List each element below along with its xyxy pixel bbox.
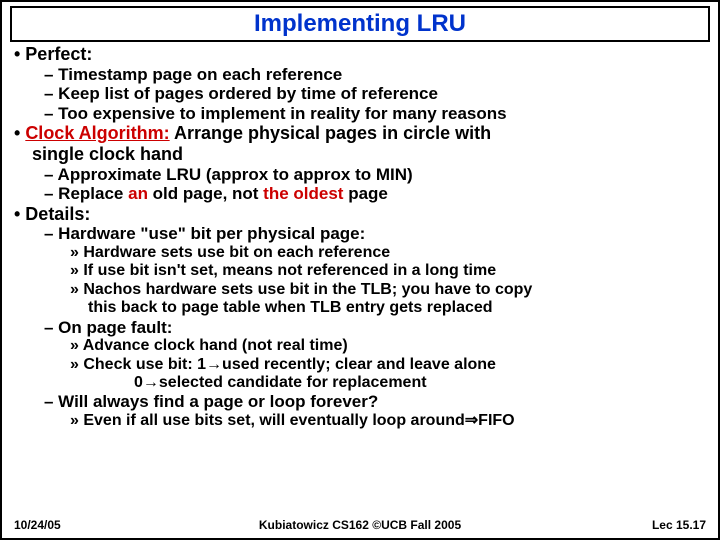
clock-rest2: single clock hand bbox=[32, 144, 706, 165]
bullet-d1a: » Hardware sets use bit on each referenc… bbox=[70, 244, 706, 262]
bullet-d3: – Will always find a page or loop foreve… bbox=[44, 392, 706, 412]
bullet-d2: – On page fault: bbox=[44, 318, 706, 338]
c2e: page bbox=[343, 184, 387, 203]
c2a: – Replace bbox=[44, 184, 128, 203]
bullet-d1c2: this back to page table when TLB entry g… bbox=[88, 299, 706, 317]
footer-page: Lec 15.17 bbox=[652, 518, 706, 532]
c2c: old page, not bbox=[148, 184, 263, 203]
bullet-d2a: » Advance clock hand (not real time) bbox=[70, 337, 706, 355]
c2d: the oldest bbox=[263, 184, 343, 203]
clock-label: Clock Algorithm: bbox=[25, 123, 169, 143]
slide-title: Implementing LRU bbox=[254, 10, 466, 37]
clock-rest1: Arrange physical pages in circle with bbox=[170, 123, 491, 143]
bullet-d2b2: 0→selected candidate for replacement bbox=[134, 374, 706, 392]
bullet-perfect: • Perfect: bbox=[14, 44, 706, 65]
title-container: Implementing LRU bbox=[10, 6, 710, 42]
slide-content: • Perfect: – Timestamp page on each refe… bbox=[2, 44, 718, 430]
bullet-p2: – Keep list of pages ordered by time of … bbox=[44, 84, 706, 104]
bullet-d2b: » Check use bit: 1→used recently; clear … bbox=[70, 356, 706, 374]
footer-date: 10/24/05 bbox=[14, 518, 61, 532]
bullet-d1c: » Nachos hardware sets use bit in the TL… bbox=[70, 281, 706, 299]
bullet-c1: – Approximate LRU (approx to approx to M… bbox=[44, 165, 706, 185]
bullet-clock: • Clock Algorithm: Arrange physical page… bbox=[14, 123, 706, 144]
footer: 10/24/05 Lec 15.17 bbox=[14, 518, 706, 532]
slide: Implementing LRU • Perfect: – Timestamp … bbox=[0, 0, 720, 540]
bullet-d3a: » Even if all use bits set, will eventua… bbox=[70, 412, 706, 430]
c2b: an bbox=[128, 184, 148, 203]
bullet-details: • Details: bbox=[14, 204, 706, 225]
bullet-p3: – Too expensive to implement in reality … bbox=[44, 104, 706, 124]
bullet-dot: • bbox=[14, 123, 25, 143]
bullet-d1b: » If use bit isn't set, means not refere… bbox=[70, 262, 706, 280]
bullet-d1: – Hardware "use" bit per physical page: bbox=[44, 224, 706, 244]
bullet-p1: – Timestamp page on each reference bbox=[44, 65, 706, 85]
bullet-c2: – Replace an old page, not the oldest pa… bbox=[44, 184, 706, 204]
